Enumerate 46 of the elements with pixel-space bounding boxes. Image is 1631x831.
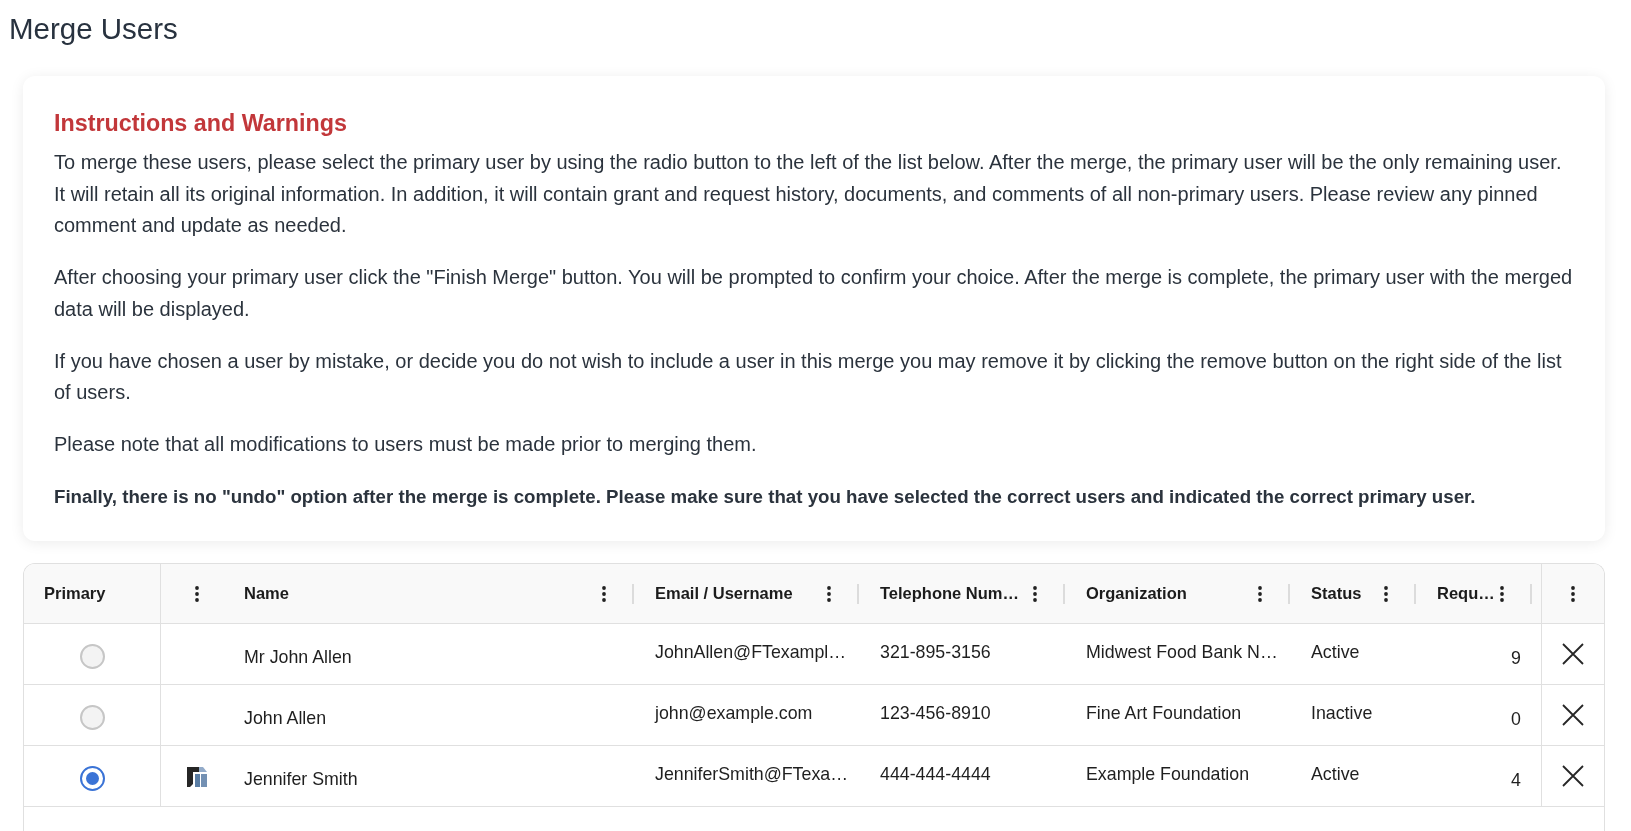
radio-button[interactable] (79, 643, 105, 669)
table-cell: Mr John Allen (244, 646, 352, 668)
more-vertical-icon[interactable] (827, 585, 831, 602)
more-vertical-icon[interactable] (1033, 585, 1037, 602)
table-cell: 4 (1511, 770, 1521, 792)
instruction-text: Finally, there is no "undo" option after the merge is complete. Please make sure that you have selected the correct users and indicated the correct primary user. (54, 484, 1477, 509)
table-cell: Fine Art Foundation (1086, 702, 1242, 724)
table-cell: 321-895-3156 (880, 641, 991, 663)
table-cell: 444-444-4444 (880, 763, 991, 785)
table-cell: JenniferSmith@FTexa… (655, 763, 848, 785)
more-vertical-icon[interactable] (1384, 585, 1388, 602)
instruction-text: After choosing your primary user click the "Finish Merge" button. You will be prompted to confirm your choice. After the merge is complete, the primary user with the merged data will be displayed. (54, 265, 1574, 322)
column-header[interactable]: Telephone Num… (880, 584, 1020, 604)
more-vertical-icon[interactable] (1571, 585, 1575, 602)
table-cell: 123-456-8910 (880, 702, 991, 724)
table-cell: 0 (1511, 709, 1521, 731)
column-header[interactable]: Name (244, 584, 289, 604)
column-header[interactable]: Primary (44, 584, 106, 604)
table-cell: Inactive (1311, 702, 1373, 724)
table-cell: Jennifer Smith (244, 768, 358, 790)
column-header[interactable]: Status (1311, 584, 1362, 604)
section-heading: Instructions and Warnings (54, 109, 348, 137)
table-cell: Midwest Food Bank N… (1086, 641, 1278, 663)
more-vertical-icon[interactable] (1258, 585, 1262, 602)
column-header[interactable]: Requ… (1437, 584, 1495, 604)
radio-button[interactable] (79, 765, 105, 791)
table-cell: Example Foundation (1086, 763, 1250, 785)
page-title: Merge Users (8, 12, 179, 46)
more-vertical-icon[interactable] (194, 585, 199, 602)
table-cell: john@example.com (655, 702, 813, 724)
instruction-text: Please note that all modifications to users must be made prior to merging them. (54, 431, 758, 457)
more-vertical-icon[interactable] (602, 585, 606, 602)
more-vertical-icon[interactable] (1500, 585, 1504, 602)
close-icon (1562, 643, 1584, 666)
table-cell: John Allen (244, 707, 327, 729)
table-cell: JohnAllen@FTexampl… (655, 641, 846, 663)
instruction-text: To merge these users, please select the primary user by using the radio button to the left of the list below. After the merge, the primary user will be the only remaining user. It will retain all its original information. In addition, it will contain grant and request history, documents, and comments of all non-primary users. Please review any pinned comment and update as needed. (54, 150, 1563, 239)
column-header[interactable]: Email / Username (655, 584, 793, 604)
instruction-text: If you have chosen a user by mistake, or decide you do not wish to include a user in this merge you may remove it by clicking the remove button on the right side of the list of users. (54, 348, 1563, 406)
radio-button[interactable] (79, 704, 105, 730)
table-cell: Active (1311, 641, 1360, 663)
close-icon (1562, 704, 1584, 727)
column-header[interactable]: Organization (1086, 584, 1187, 604)
close-icon (1562, 765, 1584, 788)
table-cell: 9 (1511, 648, 1521, 670)
table-cell: Active (1311, 763, 1360, 785)
